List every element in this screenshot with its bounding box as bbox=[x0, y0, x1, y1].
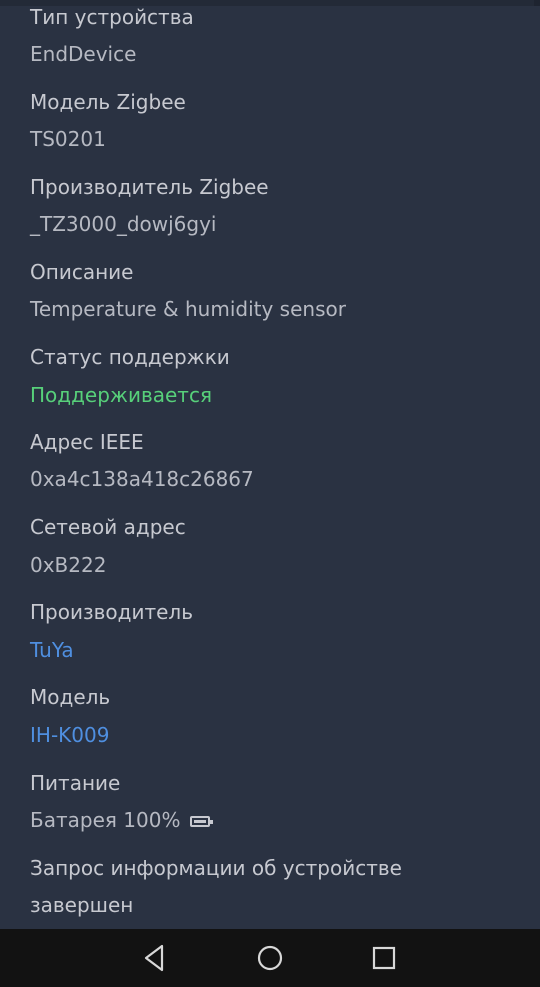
model-link[interactable]: IH-K009 bbox=[30, 722, 109, 748]
field-value: Temperature & humidity sensor bbox=[30, 297, 346, 321]
field-label: Запрос информации об устройстве bbox=[30, 856, 402, 880]
field-value: _TZ3000_dowj6gyi bbox=[30, 212, 217, 236]
field-label: Сетевой адрес bbox=[30, 515, 186, 539]
field-label: Производитель Zigbee bbox=[30, 175, 269, 199]
field-value: завершен bbox=[30, 893, 134, 917]
field-label: Описание bbox=[30, 260, 134, 284]
manufacturer-link[interactable]: TuYa bbox=[30, 637, 74, 663]
battery-full-icon bbox=[190, 816, 214, 827]
field-label: Модель bbox=[30, 685, 111, 709]
field-value: TS0201 bbox=[30, 127, 106, 151]
support-status-value: Поддерживается bbox=[30, 383, 212, 407]
field-value: 0xB222 bbox=[30, 553, 107, 577]
recents-square-icon bbox=[372, 946, 396, 970]
field-label: Адрес IEEE bbox=[30, 430, 144, 454]
field-value: 0xa4c138a418c26867 bbox=[30, 467, 254, 491]
nav-home-button[interactable] bbox=[253, 941, 287, 975]
field-value: Батарея 100% bbox=[30, 808, 181, 832]
field-label: Питание bbox=[30, 771, 121, 795]
field-label: Модель Zigbee bbox=[30, 90, 186, 114]
home-circle-icon bbox=[257, 945, 283, 971]
field-value: EndDevice bbox=[30, 42, 137, 66]
device-info-screen: Тип устройства EndDevice Модель Zigbee T… bbox=[0, 0, 540, 987]
field-label: Тип устройства bbox=[30, 5, 194, 29]
nav-back-button[interactable] bbox=[137, 941, 171, 975]
back-triangle-icon bbox=[144, 944, 164, 972]
power-value-line: Батарея 100% bbox=[30, 807, 214, 833]
field-label: Статус поддержки bbox=[30, 345, 230, 369]
field-label: Производитель bbox=[30, 600, 193, 624]
nav-recents-button[interactable] bbox=[367, 941, 401, 975]
system-navigation-bar bbox=[0, 929, 540, 987]
